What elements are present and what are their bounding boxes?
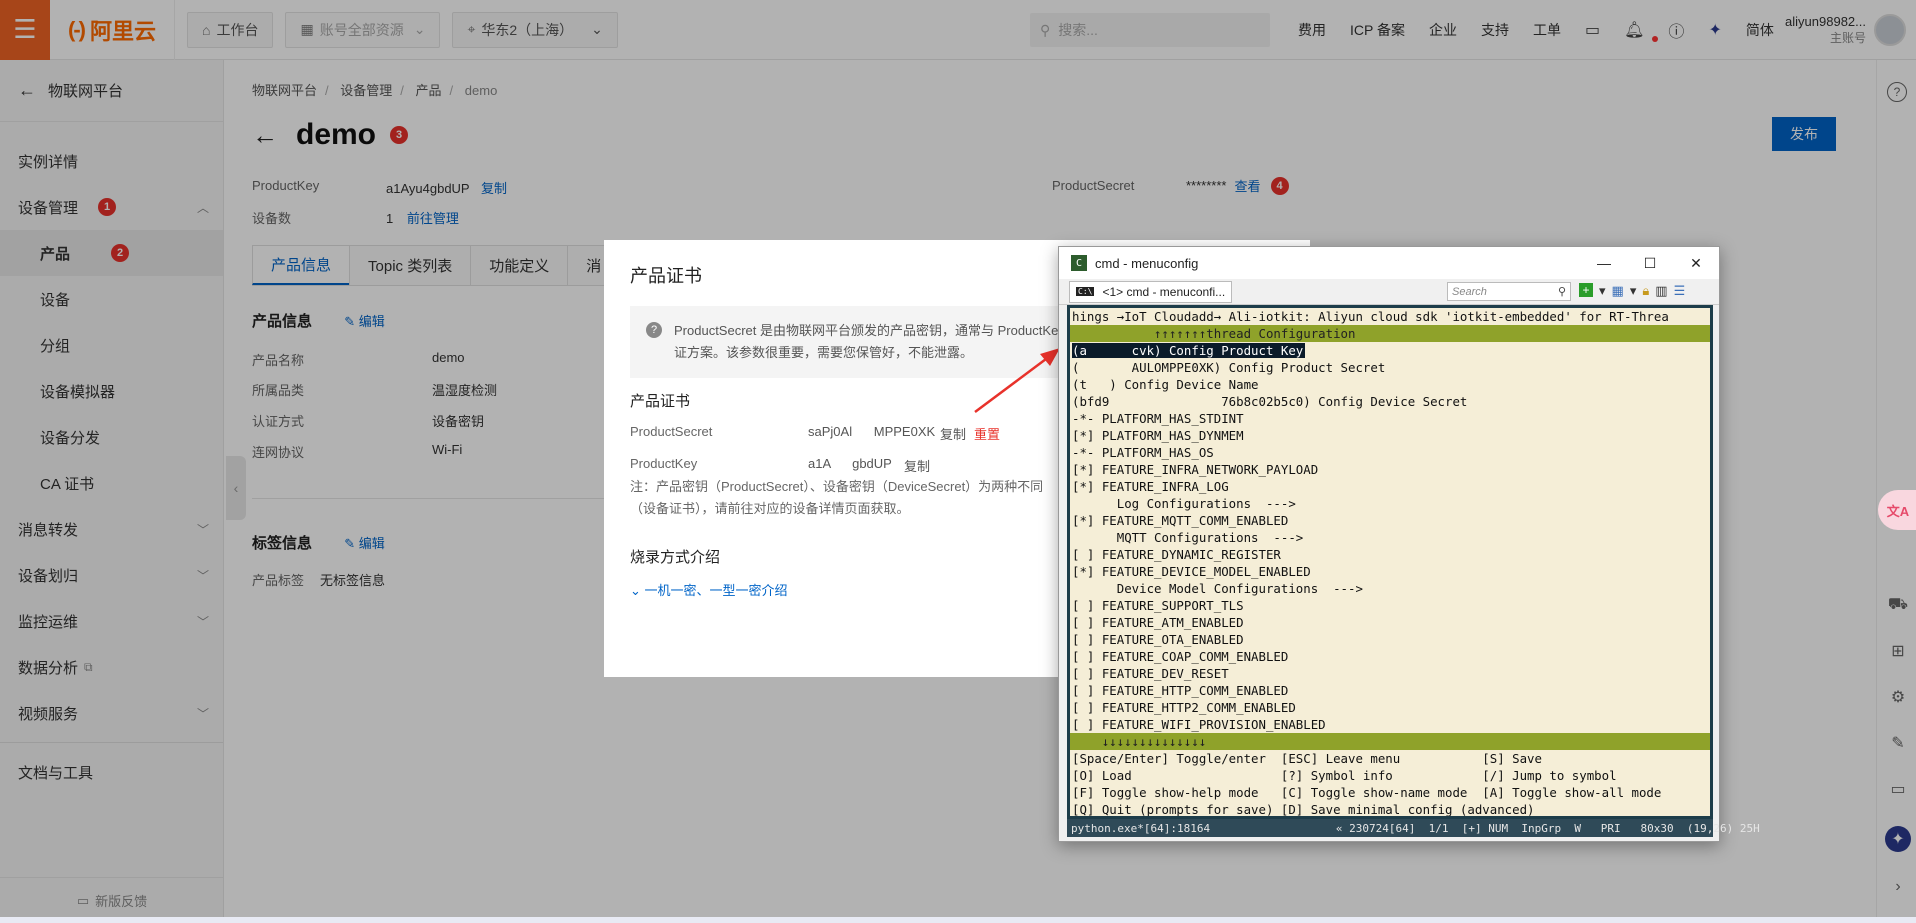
- terminal-line[interactable]: (t ) Config Device Name: [1070, 376, 1710, 393]
- terminal-line[interactable]: [ ] FEATURE_COAP_COMM_ENABLED: [1070, 648, 1710, 665]
- dialog-title: 产品证书: [630, 266, 702, 286]
- split-icon[interactable]: ▦: [1612, 283, 1624, 299]
- terminal-line[interactable]: [*] PLATFORM_HAS_DYNMEM: [1070, 427, 1710, 444]
- certificate-section-title: 产品证书: [630, 393, 691, 410]
- terminal-tab[interactable]: C:\ <1> cmd - menuconfi...: [1069, 280, 1233, 303]
- terminal-line[interactable]: [ ] FEATURE_WIFI_PROVISION_ENABLED: [1070, 716, 1710, 733]
- key-value: a1A gbdUP: [808, 456, 892, 471]
- terminal-line[interactable]: Device Model Configurations --->: [1070, 580, 1710, 597]
- new-console-icon[interactable]: +: [1579, 283, 1593, 297]
- terminal-line[interactable]: [ ] FEATURE_SUPPORT_TLS: [1070, 597, 1710, 614]
- terminal-line[interactable]: [ ] FEATURE_ATM_ENABLED: [1070, 614, 1710, 631]
- terminal-line[interactable]: [*] FEATURE_DEVICE_MODEL_ENABLED: [1070, 563, 1710, 580]
- terminal-line[interactable]: ( AULOMPPE0XK) Config Product Secret: [1070, 359, 1710, 376]
- terminal-status-bar: python.exe*[64]:18164 « 230724[64] 1/1 […: [1067, 819, 1760, 837]
- terminal-line[interactable]: MQTT Configurations --->: [1070, 529, 1710, 546]
- burn-section-title: 烧录方式介绍: [630, 549, 721, 566]
- terminal-toolbar: + ▾ ▦ ▾ 🔒︎ ▥ ☰: [1579, 283, 1685, 299]
- terminal-search-placeholder: Search: [1452, 285, 1487, 298]
- terminal-title: cmd - menuconfig: [1095, 255, 1199, 271]
- terminal-help-line: [Q] Quit (prompts for save) [D] Save min…: [1072, 802, 1535, 817]
- bottom-strip: [0, 917, 1916, 923]
- terminal-line[interactable]: [ ] FEATURE_DYNAMIC_REGISTER: [1070, 546, 1710, 563]
- terminal-line: ↑↑↑↑↑↑↑thread Configuration: [1070, 325, 1710, 342]
- panel-icon[interactable]: ▥: [1655, 283, 1667, 299]
- terminal-line[interactable]: (bfd9 76b8c02b5c0) Config Device Secret: [1070, 393, 1710, 410]
- selected-option: (a cvk) Config Product Key: [1072, 343, 1306, 358]
- console-icon: C: [1071, 255, 1087, 271]
- terminal-line: ↓↓↓↓↓↓↓↓↓↓↓↓↓↓: [1070, 733, 1710, 750]
- reset-secret-button[interactable]: 重置: [974, 424, 1000, 443]
- burn-link-label: 一机一密、一型一密介绍: [644, 583, 788, 598]
- terminal-line[interactable]: -*- PLATFORM_HAS_STDINT: [1070, 410, 1710, 427]
- key-label: ProductKey: [630, 456, 698, 471]
- terminal-line[interactable]: [ ] FEATURE_HTTP2_COMM_ENABLED: [1070, 699, 1710, 716]
- terminal-line[interactable]: [ ] FEATURE_HTTP_COMM_ENABLED: [1070, 682, 1710, 699]
- terminal-window[interactable]: C cmd - menuconfig — ☐ ✕ C:\ <1> cmd - m…: [1058, 246, 1760, 842]
- console-tab-icon: C:\: [1076, 287, 1095, 296]
- terminal-line: hings →IoT Cloudadd→ Ali-iotkit: Aliyun …: [1072, 309, 1669, 324]
- secret-label: ProductSecret: [630, 424, 713, 439]
- terminal-line[interactable]: Log Configurations --->: [1070, 495, 1710, 512]
- minimize-icon[interactable]: —: [1581, 247, 1627, 279]
- dropdown-icon[interactable]: ▾: [1630, 283, 1637, 299]
- terminal-help-line: [O] Load [?] Symbol info [/] Jump to sym…: [1072, 768, 1617, 783]
- menu-icon[interactable]: ☰: [1674, 283, 1686, 299]
- copy-secret-button[interactable]: 复制: [940, 424, 966, 443]
- terminal-line-selected[interactable]: (a cvk) Config Product Key: [1070, 342, 1710, 359]
- terminal-line[interactable]: [*] FEATURE_INFRA_LOG: [1070, 478, 1710, 495]
- window-controls: — ☐ ✕: [1581, 247, 1719, 279]
- copy-key-button[interactable]: 复制: [904, 456, 930, 475]
- terminal-line[interactable]: [*] FEATURE_INFRA_NETWORK_PAYLOAD: [1070, 461, 1710, 478]
- close-icon[interactable]: ✕: [1673, 247, 1719, 279]
- terminal-search-input[interactable]: Search ⚲: [1447, 282, 1571, 301]
- terminal-tab-bar: C:\ <1> cmd - menuconfi... Search ⚲ + ▾ …: [1059, 279, 1719, 305]
- terminal-line[interactable]: [*] FEATURE_MQTT_COMM_ENABLED: [1070, 512, 1710, 529]
- terminal-help-line: [Space/Enter] Toggle/enter [ESC] Leave m…: [1072, 751, 1542, 766]
- terminal-tab-label: <1> cmd - menuconfi...: [1102, 284, 1226, 299]
- dropdown-icon[interactable]: ▾: [1599, 283, 1606, 299]
- terminal-line[interactable]: -*- PLATFORM_HAS_OS: [1070, 444, 1710, 461]
- burn-intro-link[interactable]: ⌄ 一机一密、一型一密介绍: [630, 580, 788, 599]
- question-icon: ?: [646, 322, 662, 338]
- terminal-title-bar[interactable]: C cmd - menuconfig — ☐ ✕: [1059, 247, 1719, 279]
- terminal-help-line: [F] Toggle show-help mode [C] Toggle sho…: [1072, 785, 1662, 800]
- secret-value: saPj0Al MPPE0XK: [808, 424, 936, 439]
- chevron-down-icon: ⌄: [630, 583, 645, 598]
- translate-float-button[interactable]: 文A: [1878, 490, 1916, 530]
- terminal-line[interactable]: [ ] FEATURE_DEV_RESET: [1070, 665, 1710, 682]
- search-icon: ⚲: [1557, 286, 1566, 298]
- terminal-line[interactable]: [ ] FEATURE_OTA_ENABLED: [1070, 631, 1710, 648]
- menuconfig-screen[interactable]: hings →IoT Cloudadd→ Ali-iotkit: Aliyun …: [1067, 305, 1713, 819]
- lock-icon[interactable]: 🔒︎: [1642, 283, 1649, 299]
- maximize-icon[interactable]: ☐: [1627, 247, 1673, 279]
